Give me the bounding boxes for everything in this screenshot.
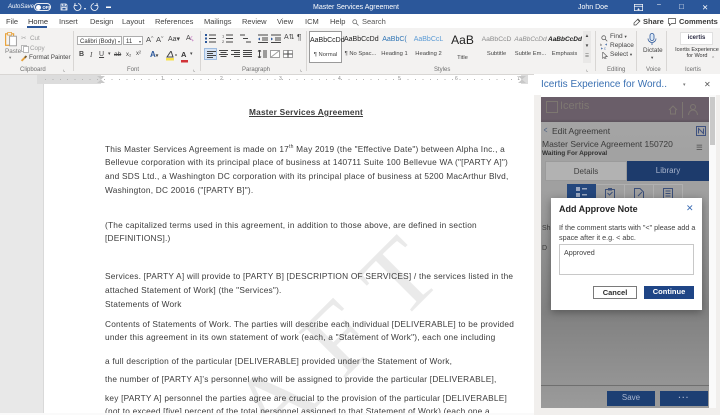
svg-text:c: c [604, 47, 606, 51]
svg-text:b: b [600, 43, 602, 47]
svg-text:1: 1 [222, 34, 225, 39]
svg-text:2: 2 [222, 39, 225, 43]
